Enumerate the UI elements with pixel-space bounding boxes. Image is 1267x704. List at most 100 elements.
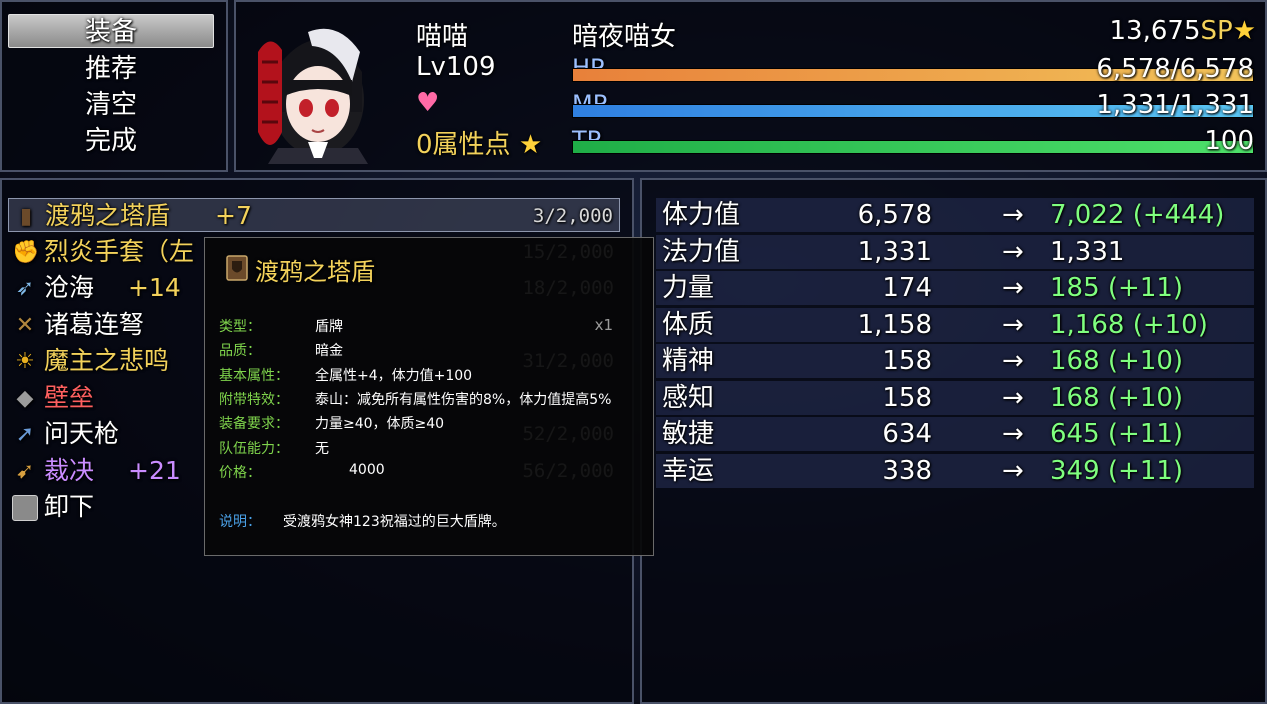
star-icon: ★ [518, 130, 543, 160]
stat-new: 168 (+10) [1050, 346, 1184, 376]
tooltip-value: 无 [315, 440, 329, 457]
sp-unit: SP [1200, 16, 1233, 46]
stat-name: 力量 [662, 273, 715, 303]
item-name: 卸下 [44, 492, 95, 521]
stat-new: 1,168 (+10) [1050, 309, 1208, 340]
tooltip-value: 力量≥40，体质≥40 [315, 416, 445, 433]
arrow-icon: → [1002, 200, 1024, 230]
item-row[interactable]: ▮ 渡鸦之塔盾 +7 3/2,000 [8, 198, 620, 232]
crossbow-icon: ✕ [15, 312, 35, 338]
tooltip-label: 价格： [219, 464, 261, 481]
tooltip-label: 品质： [219, 343, 261, 360]
stat-row: 敏捷 634 → 645 (+11) [656, 417, 1254, 451]
spear-icon: ➶ [15, 276, 35, 301]
tooltip-value: 泰山：减免所有属性伤害的8%，体力值提高5% [315, 391, 612, 408]
item-tooltip: 渡鸦之塔盾 x1 类型： 盾牌品质： 暗金基本属性： 全属性+4，体力值+100 附带特… [204, 237, 654, 556]
stat-row: 法力值 1,331 → 1,331 [656, 234, 1254, 269]
stat-current: 6,578 [857, 200, 932, 230]
stat-name: 体质 [662, 309, 715, 340]
attribute-points-text: 0属性点 [416, 130, 511, 160]
stat-name: 体力值 [662, 200, 741, 230]
gauntlet-icon: ✊ [12, 239, 40, 265]
stat-row: 幸运 338 → 349 (+11) [656, 453, 1254, 488]
tooltip-value: 4000 [349, 461, 385, 478]
sp-value: 13,675 [1109, 16, 1201, 46]
tp-value: 100 [1204, 126, 1254, 156]
stat-current: 174 [882, 273, 932, 303]
gun-icon: ➹ [15, 458, 35, 484]
item-plus: +7 [215, 201, 252, 230]
tooltip-label: 装备要求： [219, 416, 289, 433]
item-name: 问天枪 [44, 419, 120, 448]
item-count: 3/2,000 [532, 205, 613, 227]
lance-icon: ➚ [15, 422, 35, 447]
shield-icon: ▮ [19, 204, 33, 229]
stat-name: 法力值 [662, 236, 741, 267]
item-name: 渡鸦之塔盾 [45, 201, 171, 230]
item-name: 沧海 [44, 273, 95, 302]
arrow-icon: → [1002, 346, 1024, 376]
stat-new: 645 (+11) [1050, 419, 1184, 449]
command-done[interactable]: 完成 [8, 124, 214, 158]
stat-name: 精神 [662, 346, 715, 376]
tooltip-label: 基本属性： [219, 367, 289, 384]
stat-current: 338 [882, 455, 932, 486]
command-window: 装备 推荐 清空 完成 [0, 0, 228, 172]
item-name: 壁垒 [44, 382, 95, 412]
stat-current: 1,158 [857, 309, 932, 340]
attribute-points: 0属性点 ★ [416, 124, 542, 161]
tooltip-label: 类型： [219, 319, 261, 335]
stat-new: 185 (+11) [1050, 273, 1184, 303]
tooltip-value: 全属性+4，体力值+100 [315, 367, 473, 384]
tooltip-value: 暗金 [315, 343, 343, 360]
item-name: 烈炎手套（左 [44, 236, 195, 266]
arrow-icon: → [1002, 382, 1024, 413]
tooltip-label: 附带特效： [219, 391, 289, 408]
stat-name: 幸运 [662, 455, 715, 486]
item-plus: +14 [128, 273, 181, 302]
stat-current: 1,331 [857, 236, 932, 267]
stat-compare-window: 体力值 6,578 → 7,022 (+444) 法力值 1,331 → 1,331 力量 174… [640, 178, 1267, 704]
stat-row: 精神 158 → 168 (+10) [656, 344, 1254, 378]
arrow-icon: → [1002, 236, 1024, 267]
shield-spike-icon: ◆ [16, 385, 34, 411]
tooltip-value: 盾牌 [315, 319, 343, 335]
stat-row: 力量 174 → 185 (+11) [656, 271, 1254, 305]
skull-icon: ☀ [15, 349, 35, 374]
sp-star-icon: ★ [1232, 16, 1256, 46]
actor-name: 喵喵 [416, 22, 469, 52]
tooltip-qty: x1 [594, 316, 613, 334]
stat-new: 7,022 (+444) [1050, 200, 1225, 230]
arrow-icon: → [1002, 309, 1024, 340]
stat-row: 体质 1,158 → 1,168 (+10) [656, 307, 1254, 342]
hp-value: 6,578/6,578 [1096, 54, 1254, 84]
actor-status-window: 喵喵 Lv109 ♥ 0属性点 ★ 暗夜喵女 13,675SP★ HP 6,57… [234, 0, 1267, 172]
shield-icon [226, 255, 248, 281]
stat-row: 感知 158 → 168 (+10) [656, 380, 1254, 415]
heart-icon: ♥ [416, 88, 440, 118]
arrow-icon: → [1002, 273, 1024, 303]
command-recommend[interactable]: 推荐 [8, 52, 214, 86]
stat-name: 感知 [662, 382, 715, 413]
actor-level: Lv109 [416, 52, 496, 82]
command-clear[interactable]: 清空 [8, 88, 214, 122]
actor-title: 暗夜喵女 [572, 22, 677, 52]
tooltip-desc: 受渡鸦女神123祝福过的巨大盾牌。 [283, 514, 506, 530]
tooltip-desc-label: 说明： [219, 514, 261, 530]
sp-display: 13,675SP★ [1096, 16, 1256, 46]
stat-new: 349 (+11) [1050, 455, 1184, 486]
mp-value: 1,331/1,331 [1096, 90, 1254, 120]
tooltip-label: 队伍能力： [219, 440, 289, 457]
stat-name: 敏捷 [662, 419, 715, 449]
arrow-icon: → [1002, 455, 1024, 486]
stat-current: 158 [882, 346, 932, 376]
tooltip-title: 渡鸦之塔盾 [255, 258, 375, 286]
stat-new: 1,331 [1050, 236, 1125, 267]
item-name: 魔主之悲鸣 [44, 346, 170, 375]
stat-row: 体力值 6,578 → 7,022 (+444) [656, 198, 1254, 232]
item-plus: +21 [128, 455, 181, 485]
item-name: 诸葛连弩 [44, 309, 145, 339]
command-equip[interactable]: 装备 [8, 14, 214, 48]
stat-new: 168 (+10) [1050, 382, 1184, 413]
actor-portrait [258, 28, 368, 164]
